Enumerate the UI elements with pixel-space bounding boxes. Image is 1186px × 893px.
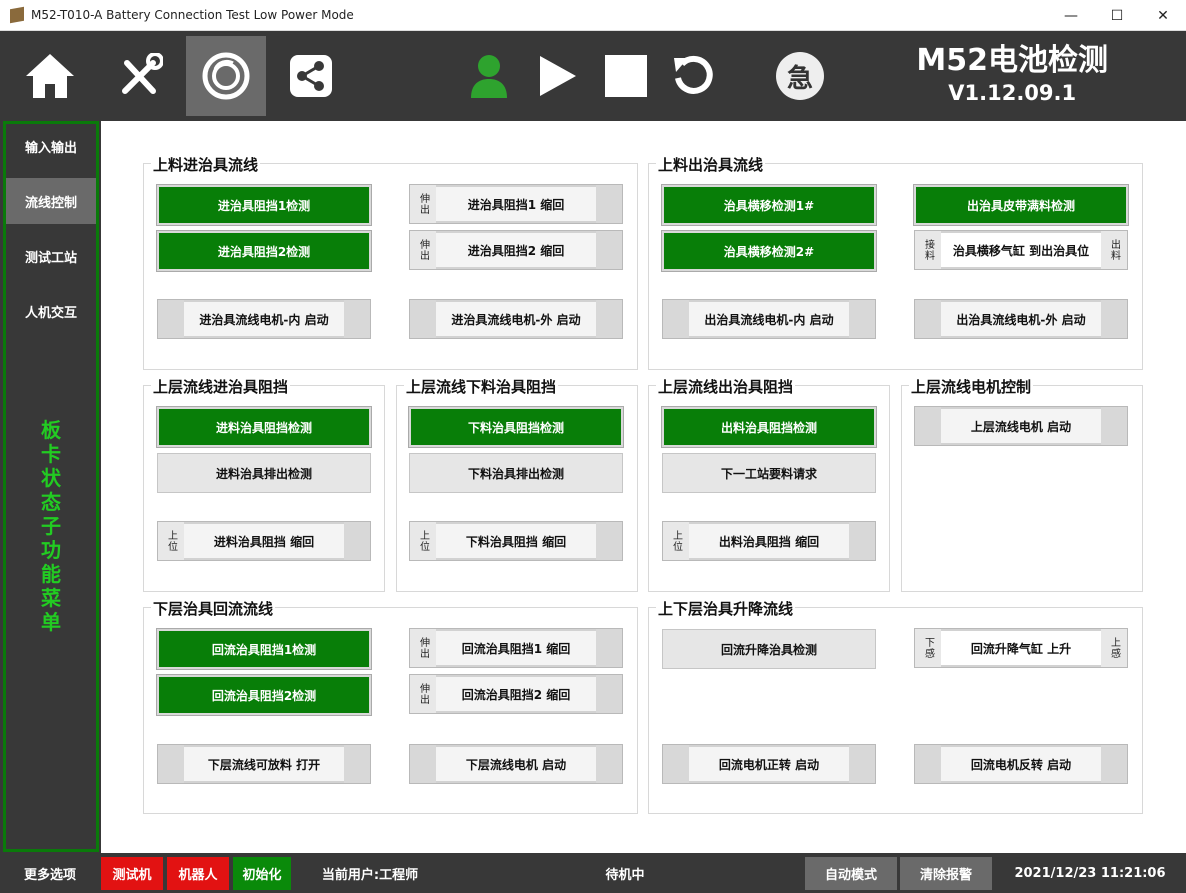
status-bar: 更多选项 测试机 机器人 初始化 当前用户:工程师 待机中 自动模式 清除报警 … xyxy=(0,853,1186,893)
sensor-out-stop: 出料治具阻挡检测 xyxy=(661,406,877,448)
tester-status-badge: 测试机 xyxy=(101,857,163,890)
main-toolbar: 急 M52电池检测 V1.12.09.1 xyxy=(0,31,1186,121)
sidebar-item-hmi[interactable]: 人机交互 xyxy=(6,288,96,334)
maximize-button[interactable]: ☐ xyxy=(1094,0,1140,31)
motor-return-reverse[interactable]: 回流电机反转 启动 xyxy=(914,744,1128,784)
cylinder-lift[interactable]: 下感 回流升降气缸 上升 上感 xyxy=(914,628,1128,668)
sensor-lift: 回流升降治具检测 xyxy=(662,629,876,669)
sensor-next-request: 下一工站要料请求 xyxy=(662,453,876,493)
group-title: 上层流线电机控制 xyxy=(909,376,1034,397)
window-title: M52-T010-A Battery Connection Test Low P… xyxy=(31,8,354,22)
cylinder-in-stop2[interactable]: 伸出 进治具阻挡2 缩回 xyxy=(409,230,623,270)
robot-status-badge: 机器人 xyxy=(167,857,229,890)
motor-lower-line[interactable]: 下层流线电机 启动 xyxy=(409,744,623,784)
brand-title: M52电池检测 xyxy=(916,43,1108,78)
init-status-badge: 初始化 xyxy=(233,857,291,890)
motor-in-inner[interactable]: 进治具流线电机-内 启动 xyxy=(157,299,371,339)
sensor-unload-stop: 下料治具阻挡检测 xyxy=(408,406,624,448)
machine-state-label: 待机中 xyxy=(605,868,645,883)
brand-block: M52电池检测 V1.12.09.1 xyxy=(916,43,1108,107)
sensor-feed-eject: 进料治具排出检测 xyxy=(157,453,371,493)
sidebar-item-io[interactable]: 输入输出 xyxy=(6,123,96,169)
sidebar-vertical-label: 板卡状态子功能菜单 xyxy=(41,418,61,634)
user-button[interactable] xyxy=(449,36,529,116)
tools-icon xyxy=(122,53,163,94)
sensor-shift2: 治具横移检测2# xyxy=(661,230,877,272)
version-label: V1.12.09.1 xyxy=(948,81,1077,105)
group-title: 上层流线出治具阻挡 xyxy=(656,376,796,397)
main-panel: 上料进治具流线 进治具阻挡1检测 伸出 进治具阻挡1 缩回 进治具阻挡2检测 伸出… xyxy=(101,121,1186,853)
sensor-belt-full: 出治具皮带满料检测 xyxy=(913,184,1129,226)
sensor-in-stop1: 进治具阻挡1检测 xyxy=(156,184,372,226)
datetime-label: 2021/12/23 11:21:06 xyxy=(1014,866,1166,881)
sensor-unload-eject: 下料治具排出检测 xyxy=(409,453,623,493)
reset-button[interactable] xyxy=(654,36,734,116)
auto-mode-button[interactable]: 自动模式 xyxy=(805,857,897,890)
sidebar-item-test-station[interactable]: 测试工站 xyxy=(6,233,96,279)
motor-out-inner[interactable]: 出治具流线电机-内 启动 xyxy=(662,299,876,339)
group-title: 下层治具回流流线 xyxy=(151,598,276,619)
lower-line-release[interactable]: 下层流线可放料 打开 xyxy=(157,744,371,784)
group-title: 上料进治具流线 xyxy=(151,154,261,175)
tools-button[interactable] xyxy=(100,36,180,116)
cylinder-feed-stop[interactable]: 上位 进料治具阻挡 缩回 xyxy=(157,521,371,561)
more-options-button[interactable]: 更多选项 xyxy=(0,857,100,890)
group-title: 上料出治具流线 xyxy=(656,154,766,175)
sensor-shift1: 治具横移检测1# xyxy=(661,184,877,226)
share-button[interactable] xyxy=(271,36,351,116)
cylinder-shift[interactable]: 接料 治具横移气缸 到出治具位 出料 xyxy=(914,230,1128,270)
cylinder-return-stop1[interactable]: 伸出 回流治具阻挡1 缩回 xyxy=(409,628,623,668)
clear-alarm-button[interactable]: 清除报警 xyxy=(900,857,992,890)
emergency-icon: 急 xyxy=(776,52,824,100)
cylinder-in-stop1[interactable]: 伸出 进治具阻挡1 缩回 xyxy=(409,184,623,224)
motor-return-forward[interactable]: 回流电机正转 启动 xyxy=(662,744,876,784)
cylinder-unload-stop[interactable]: 上位 下料治具阻挡 缩回 xyxy=(409,521,623,561)
group-title: 上层流线进治具阻挡 xyxy=(151,376,291,397)
window-titlebar: M52-T010-A Battery Connection Test Low P… xyxy=(0,0,1186,31)
current-user-label: 当前用户:工程师 xyxy=(321,868,419,883)
home-button[interactable] xyxy=(10,36,90,116)
sensor-return-stop1: 回流治具阻挡1检测 xyxy=(156,628,372,670)
play-icon xyxy=(540,56,576,96)
group-title: 上层流线下料治具阻挡 xyxy=(404,376,559,397)
emergency-button[interactable]: 急 xyxy=(760,36,840,116)
sensor-in-stop2: 进治具阻挡2检测 xyxy=(156,230,372,272)
app-icon xyxy=(10,6,24,24)
minimize-button[interactable]: — xyxy=(1048,0,1094,31)
stop-icon xyxy=(605,55,647,97)
sensor-feed-stop: 进料治具阻挡检测 xyxy=(156,406,372,448)
sidebar: 输入输出 流线控制 测试工站 人机交互 板卡状态子功能菜单 xyxy=(0,121,101,853)
user-icon xyxy=(471,55,507,98)
sidebar-item-flow-control[interactable]: 流线控制 xyxy=(6,178,96,224)
flow-control-button[interactable] xyxy=(186,36,266,116)
motor-in-outer[interactable]: 进治具流线电机-外 启动 xyxy=(409,299,623,339)
group-title: 上下层治具升降流线 xyxy=(656,598,796,619)
motor-out-outer[interactable]: 出治具流线电机-外 启动 xyxy=(914,299,1128,339)
cylinder-out-stop[interactable]: 上位 出料治具阻挡 缩回 xyxy=(662,521,876,561)
motor-upper-line[interactable]: 上层流线电机 启动 xyxy=(914,406,1128,446)
share-icon xyxy=(290,55,332,97)
home-icon xyxy=(26,54,74,98)
lens-icon xyxy=(202,52,250,100)
sensor-return-stop2: 回流治具阻挡2检测 xyxy=(156,674,372,716)
close-button[interactable]: ✕ xyxy=(1140,0,1186,31)
refresh-icon xyxy=(674,55,713,94)
cylinder-return-stop2[interactable]: 伸出 回流治具阻挡2 缩回 xyxy=(409,674,623,714)
